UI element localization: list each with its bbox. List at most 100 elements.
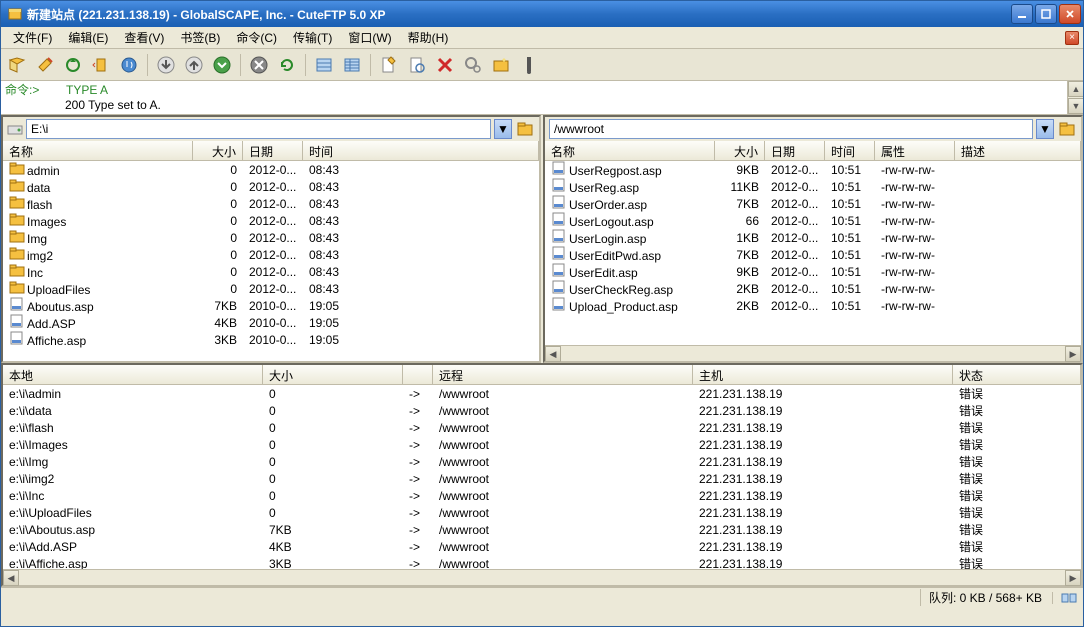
refresh-icon[interactable]	[275, 53, 299, 77]
list-item[interactable]: Img 0 2012-0... 08:43	[3, 229, 539, 246]
menu-commands[interactable]: 命令(C)	[228, 27, 285, 48]
menu-transfer[interactable]: 传输(T)	[285, 27, 340, 48]
delete-icon[interactable]	[433, 53, 457, 77]
transfer-queue-icon[interactable]	[210, 53, 234, 77]
folder-new-icon[interactable]	[489, 53, 513, 77]
queue-hscroll[interactable]: ◀ ▶	[3, 569, 1081, 585]
mdi-close-button[interactable]: ×	[1065, 31, 1079, 45]
local-path-input[interactable]: E:\i	[26, 119, 491, 139]
list-item[interactable]: UserCheckReg.asp 2KB 2012-0... 10:51 -rw…	[545, 280, 1081, 297]
col-name[interactable]: 名称	[545, 141, 715, 160]
col-size[interactable]: 大小	[263, 365, 403, 384]
remote-file-list[interactable]: UserRegpost.asp 9KB 2012-0... 10:51 -rw-…	[545, 161, 1081, 345]
local-file-list[interactable]: admin 0 2012-0... 08:43 data 0 2012-0...…	[3, 161, 539, 361]
quick-connect-icon[interactable]	[33, 53, 57, 77]
queue-row[interactable]: e:\i\Inc 0 -> /wwwroot 221.231.138.19 错误	[3, 487, 1081, 504]
remote-browse-button[interactable]	[1057, 119, 1077, 139]
col-time[interactable]: 时间	[825, 141, 875, 160]
scroll-up-icon[interactable]: ▲	[1068, 81, 1083, 97]
queue-row[interactable]: e:\i\Aboutus.asp 7KB -> /wwwroot 221.231…	[3, 521, 1081, 538]
col-time[interactable]: 时间	[303, 141, 539, 160]
col-host[interactable]: 主机	[693, 365, 953, 384]
col-arrow[interactable]	[403, 365, 433, 384]
list-item[interactable]: Upload_Product.asp 2KB 2012-0... 10:51 -…	[545, 297, 1081, 314]
mp3-icon[interactable]	[117, 53, 141, 77]
list-item[interactable]: Images 0 2012-0... 08:43	[3, 212, 539, 229]
maximize-button[interactable]	[1035, 4, 1057, 24]
view-list-icon[interactable]	[312, 53, 336, 77]
reconnect-icon[interactable]	[61, 53, 85, 77]
folder-icon	[9, 178, 25, 192]
col-date[interactable]: 日期	[765, 141, 825, 160]
view-file-icon[interactable]	[405, 53, 429, 77]
menu-window[interactable]: 窗口(W)	[340, 27, 399, 48]
scroll-left-icon[interactable]: ◀	[545, 346, 561, 362]
log-scrollbar[interactable]: ▲ ▼	[1067, 81, 1083, 114]
queue-row[interactable]: e:\i\data 0 -> /wwwroot 221.231.138.19 错…	[3, 402, 1081, 419]
list-item[interactable]: flash 0 2012-0... 08:43	[3, 195, 539, 212]
stop-icon[interactable]	[247, 53, 271, 77]
remote-hscroll[interactable]: ◀ ▶	[545, 345, 1081, 361]
queue-row[interactable]: e:\i\img2 0 -> /wwwroot 221.231.138.19 错…	[3, 470, 1081, 487]
list-item[interactable]: Add.ASP 4KB 2010-0... 19:05	[3, 314, 539, 331]
download-icon[interactable]	[154, 53, 178, 77]
queue-row[interactable]: e:\i\UploadFiles 0 -> /wwwroot 221.231.1…	[3, 504, 1081, 521]
scroll-right-icon[interactable]: ▶	[1065, 346, 1081, 362]
remote-path-input[interactable]: /wwwroot	[549, 119, 1033, 139]
list-item[interactable]: UserReg.asp 11KB 2012-0... 10:51 -rw-rw-…	[545, 178, 1081, 195]
col-date[interactable]: 日期	[243, 141, 303, 160]
list-item[interactable]: UserOrder.asp 7KB 2012-0... 10:51 -rw-rw…	[545, 195, 1081, 212]
list-item[interactable]: UploadFiles 0 2012-0... 08:43	[3, 280, 539, 297]
col-attr[interactable]: 属性	[875, 141, 955, 160]
view-detail-icon[interactable]	[340, 53, 364, 77]
col-status[interactable]: 状态	[953, 365, 1081, 384]
scroll-right-icon[interactable]: ▶	[1065, 570, 1081, 586]
col-size[interactable]: 大小	[715, 141, 765, 160]
list-item[interactable]: Aboutus.asp 7KB 2010-0... 19:05	[3, 297, 539, 314]
remote-pane: /wwwroot ▼ 名称 大小 日期 时间 属性 描述 UserRegpost…	[543, 115, 1083, 363]
list-item[interactable]: UserEdit.asp 9KB 2012-0... 10:51 -rw-rw-…	[545, 263, 1081, 280]
queue-row[interactable]: e:\i\Affiche.asp 3KB -> /wwwroot 221.231…	[3, 555, 1081, 569]
list-item[interactable]: UserLogin.asp 1KB 2012-0... 10:51 -rw-rw…	[545, 229, 1081, 246]
col-desc[interactable]: 描述	[955, 141, 1081, 160]
asp-icon	[551, 161, 567, 175]
col-name[interactable]: 名称	[3, 141, 193, 160]
queue-row[interactable]: e:\i\flash 0 -> /wwwroot 221.231.138.19 …	[3, 419, 1081, 436]
scroll-down-icon[interactable]: ▼	[1068, 98, 1083, 114]
remote-path-dropdown[interactable]: ▼	[1036, 119, 1054, 139]
minimize-button[interactable]	[1011, 4, 1033, 24]
queue-row[interactable]: e:\i\Add.ASP 4KB -> /wwwroot 221.231.138…	[3, 538, 1081, 555]
queue-list[interactable]: e:\i\admin 0 -> /wwwroot 221.231.138.19 …	[3, 385, 1081, 569]
site-manager-icon[interactable]	[5, 53, 29, 77]
close-button[interactable]	[1059, 4, 1081, 24]
queue-row[interactable]: e:\i\Images 0 -> /wwwroot 221.231.138.19…	[3, 436, 1081, 453]
local-browse-button[interactable]	[515, 119, 535, 139]
col-remote[interactable]: 远程	[433, 365, 693, 384]
edit-icon[interactable]	[377, 53, 401, 77]
list-item[interactable]: UserRegpost.asp 9KB 2012-0... 10:51 -rw-…	[545, 161, 1081, 178]
list-item[interactable]: UserLogout.asp 66 2012-0... 10:51 -rw-rw…	[545, 212, 1081, 229]
menu-bookmarks[interactable]: 书签(B)	[172, 27, 228, 48]
menu-help[interactable]: 帮助(H)	[400, 27, 457, 48]
list-item[interactable]: Affiche.asp 3KB 2010-0... 19:05	[3, 331, 539, 348]
list-item[interactable]: UserEditPwd.asp 7KB 2012-0... 10:51 -rw-…	[545, 246, 1081, 263]
scroll-left-icon[interactable]: ◀	[3, 570, 19, 586]
list-item[interactable]: admin 0 2012-0... 08:43	[3, 161, 539, 178]
wizard-icon[interactable]	[89, 53, 113, 77]
menu-view[interactable]: 查看(V)	[116, 27, 172, 48]
list-item[interactable]: data 0 2012-0... 08:43	[3, 178, 539, 195]
execute-icon[interactable]	[517, 53, 541, 77]
queue-row[interactable]: e:\i\admin 0 -> /wwwroot 221.231.138.19 …	[3, 385, 1081, 402]
transfer-queue: 本地 大小 远程 主机 状态 e:\i\admin 0 -> /wwwroot …	[1, 363, 1083, 587]
find-icon[interactable]	[461, 53, 485, 77]
local-path-dropdown[interactable]: ▼	[494, 119, 512, 139]
folder-icon	[9, 161, 25, 175]
list-item[interactable]: Inc 0 2012-0... 08:43	[3, 263, 539, 280]
menu-file[interactable]: 文件(F)	[5, 27, 60, 48]
list-item[interactable]: img2 0 2012-0... 08:43	[3, 246, 539, 263]
col-size[interactable]: 大小	[193, 141, 243, 160]
queue-row[interactable]: e:\i\Img 0 -> /wwwroot 221.231.138.19 错误	[3, 453, 1081, 470]
col-local[interactable]: 本地	[3, 365, 263, 384]
menu-edit[interactable]: 编辑(E)	[60, 27, 116, 48]
upload-icon[interactable]	[182, 53, 206, 77]
